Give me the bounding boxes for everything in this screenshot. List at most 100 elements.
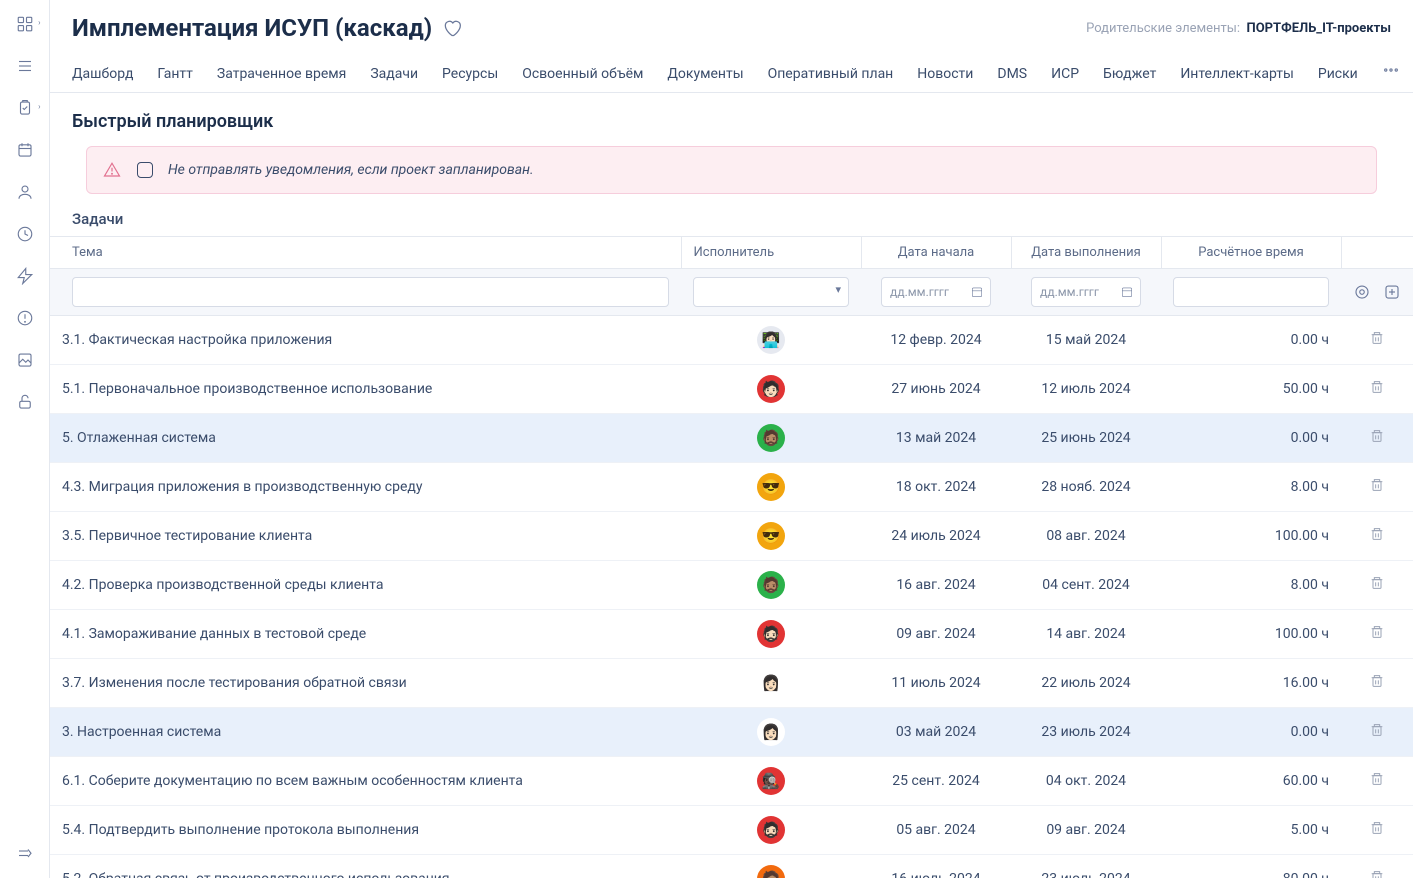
trash-icon[interactable]: [1369, 869, 1385, 878]
avatar: 🕵🏿: [757, 767, 785, 795]
trash-icon[interactable]: [1369, 428, 1385, 444]
avatar: 🧔🏽: [757, 424, 785, 452]
rail-lock[interactable]: [11, 390, 39, 414]
parent-link[interactable]: ПОРТФЕЛЬ_IT-проекты: [1247, 21, 1392, 36]
cell-topic: 4.2. Проверка производственной среды кли…: [50, 561, 681, 610]
filter-start-date[interactable]: дд.мм.гггг: [881, 277, 991, 307]
filter-due-placeholder: дд.мм.гггг: [1040, 285, 1099, 299]
warning-icon: [103, 161, 121, 179]
tab-12[interactable]: Интеллект-карты: [1180, 56, 1294, 92]
tab-9[interactable]: DMS: [997, 56, 1027, 92]
lock-open-icon: [16, 393, 34, 411]
alert-circle-icon: [16, 309, 34, 327]
tab-5[interactable]: Освоенный объём: [522, 56, 643, 92]
filter-due-date[interactable]: дд.мм.гггг: [1031, 277, 1141, 307]
trash-icon[interactable]: [1369, 673, 1385, 689]
cell-start: 16 июль 2024: [861, 855, 1011, 878]
tab-0[interactable]: Дашборд: [72, 56, 133, 92]
trash-icon[interactable]: [1369, 722, 1385, 738]
cell-due: 22 июль 2024: [1011, 659, 1161, 708]
filter-topic-input[interactable]: [72, 277, 669, 307]
cell-assignee: 🧑🏽: [681, 855, 861, 878]
target-icon[interactable]: [1353, 283, 1371, 301]
trash-icon[interactable]: [1369, 379, 1385, 395]
left-rail: › ›: [0, 0, 50, 878]
cell-delete: [1341, 463, 1413, 512]
cell-est: 8.00 ч: [1161, 561, 1341, 610]
tab-2[interactable]: Затраченное время: [217, 56, 346, 92]
cell-assignee: 🧔🏻: [681, 806, 861, 855]
tab-4[interactable]: Ресурсы: [442, 56, 498, 92]
table-row[interactable]: 4.3. Миграция приложения в производствен…: [50, 463, 1413, 512]
table-row[interactable]: 5. Отлаженная система🧔🏽13 май 202425 июн…: [50, 414, 1413, 463]
table-row[interactable]: 3. Настроенная система👩🏻03 май 202423 ию…: [50, 708, 1413, 757]
cell-start: 12 февр. 2024: [861, 316, 1011, 365]
table-row[interactable]: 5.4. Подтвердить выполнение протокола вы…: [50, 806, 1413, 855]
cell-est: 0.00 ч: [1161, 316, 1341, 365]
trash-icon[interactable]: [1369, 575, 1385, 591]
cell-assignee: 👩🏻‍💻: [681, 316, 861, 365]
rail-dashboard[interactable]: ›: [11, 12, 39, 36]
rail-calendar[interactable]: [11, 138, 39, 162]
cell-delete: [1341, 512, 1413, 561]
calendar-icon: [16, 141, 34, 159]
rail-bolt[interactable]: [11, 264, 39, 288]
tab-1[interactable]: Гантт: [157, 56, 193, 92]
tab-8[interactable]: Новости: [917, 56, 973, 92]
table-row[interactable]: 3.5. Первичное тестирование клиента😎24 и…: [50, 512, 1413, 561]
rail-clock[interactable]: [11, 222, 39, 246]
avatar: 🧔🏽: [757, 571, 785, 599]
cell-due: 04 сент. 2024: [1011, 561, 1161, 610]
add-icon[interactable]: [1383, 283, 1401, 301]
table-row[interactable]: 6.1. Соберите документацию по всем важны…: [50, 757, 1413, 806]
cell-due: 23 июль 2024: [1011, 708, 1161, 757]
cell-due: 12 июль 2024: [1011, 365, 1161, 414]
rail-expand[interactable]: [11, 842, 39, 866]
cell-est: 100.00 ч: [1161, 610, 1341, 659]
clock-icon: [16, 225, 34, 243]
table-row[interactable]: 4.2. Проверка производственной среды кли…: [50, 561, 1413, 610]
parent-elements: Родительские элементы: ПОРТФЕЛЬ_IT-проек…: [1086, 21, 1391, 36]
favorite-icon[interactable]: [442, 18, 462, 38]
rail-user[interactable]: [11, 180, 39, 204]
cell-assignee: 👩🏻: [681, 659, 861, 708]
filter-assignee-select[interactable]: [693, 277, 849, 307]
tab-10[interactable]: ИСР: [1051, 56, 1079, 92]
list-icon: [16, 57, 34, 75]
trash-icon[interactable]: [1369, 477, 1385, 493]
cell-delete: [1341, 316, 1413, 365]
rail-image[interactable]: [11, 348, 39, 372]
tab-7[interactable]: Оперативный план: [768, 56, 894, 92]
trash-icon[interactable]: [1369, 624, 1385, 640]
cell-delete: [1341, 659, 1413, 708]
tab-13[interactable]: Риски: [1318, 56, 1358, 92]
table-row[interactable]: 5.2. Обратная связь от производственного…: [50, 855, 1413, 878]
tab-11[interactable]: Бюджет: [1103, 56, 1156, 92]
filter-est-input[interactable]: [1173, 277, 1329, 307]
cell-topic: 4.1. Замораживание данных в тестовой сре…: [50, 610, 681, 659]
user-icon: [16, 183, 34, 201]
trash-icon[interactable]: [1369, 820, 1385, 836]
table-row[interactable]: 3.1. Фактическая настройка приложения👩🏻‍…: [50, 316, 1413, 365]
cell-due: 15 май 2024: [1011, 316, 1161, 365]
table-row[interactable]: 4.1. Замораживание данных в тестовой сре…: [50, 610, 1413, 659]
trash-icon[interactable]: [1369, 330, 1385, 346]
section-title: Быстрый планировщик: [50, 93, 1413, 142]
avatar: 😎: [757, 522, 785, 550]
trash-icon[interactable]: [1369, 771, 1385, 787]
cell-delete: [1341, 610, 1413, 659]
main-content: Имплементация ИСУП (каскад) Родительские…: [50, 0, 1413, 878]
cell-start: 27 июнь 2024: [861, 365, 1011, 414]
table-row[interactable]: 5.1. Первоначальное производственное исп…: [50, 365, 1413, 414]
rail-clipboard[interactable]: ›: [11, 96, 39, 120]
suppress-notifications-checkbox[interactable]: [137, 162, 153, 178]
table-row[interactable]: 3.7. Изменения после тестирования обратн…: [50, 659, 1413, 708]
more-icon[interactable]: [1382, 61, 1400, 79]
tab-6[interactable]: Документы: [667, 56, 743, 92]
cell-est: 50.00 ч: [1161, 365, 1341, 414]
rail-list[interactable]: [11, 54, 39, 78]
rail-alert[interactable]: [11, 306, 39, 330]
avatar: 👩🏻: [757, 669, 785, 697]
tab-3[interactable]: Задачи: [370, 56, 418, 92]
trash-icon[interactable]: [1369, 526, 1385, 542]
